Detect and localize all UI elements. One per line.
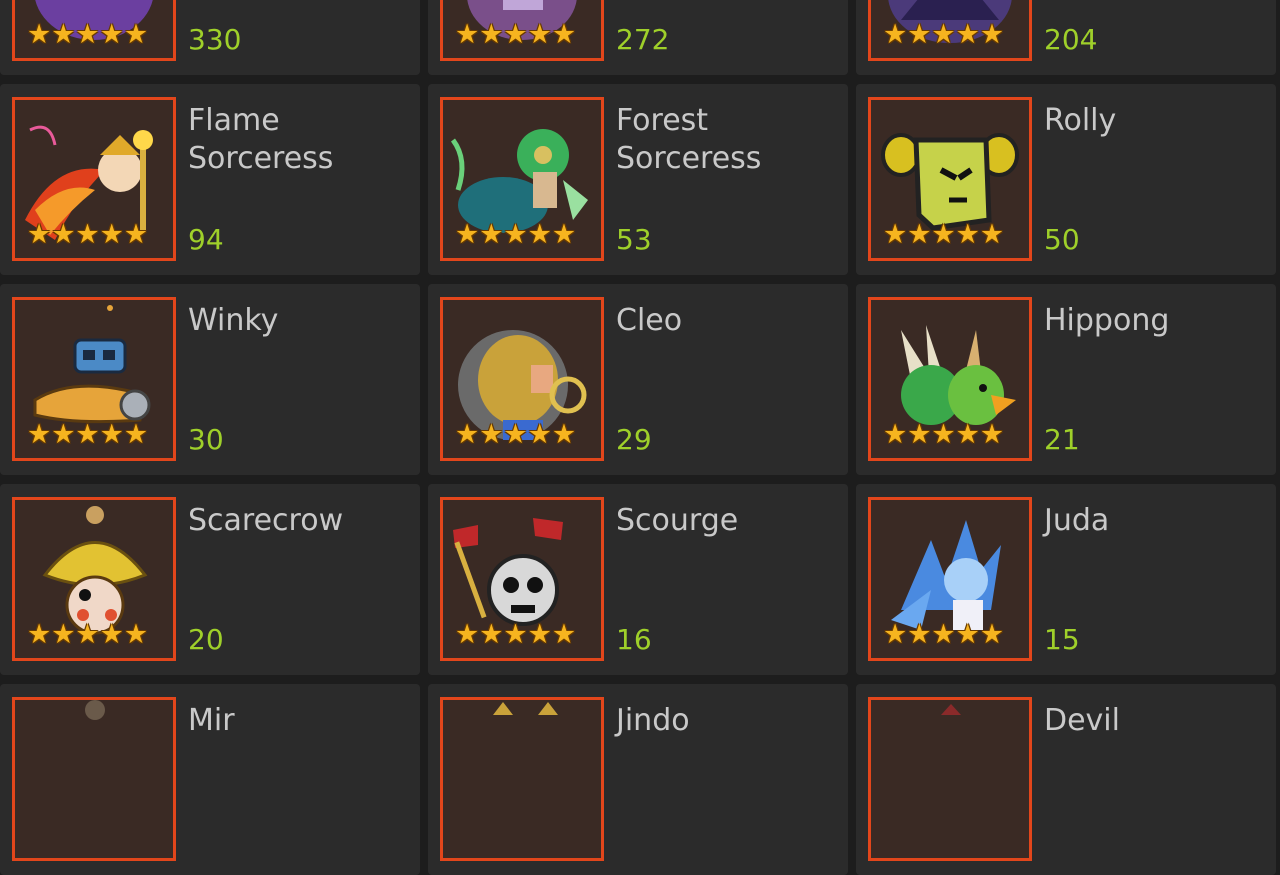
hero-portrait: ★★★★★	[12, 497, 176, 661]
hero-portrait: ★★★★★	[440, 0, 604, 61]
mir-icon	[85, 700, 105, 720]
hero-name: Devil	[1044, 703, 1120, 738]
hero-count: 53	[616, 223, 652, 256]
star-rating: ★★★★★	[27, 419, 149, 450]
hero-count: 330	[188, 23, 242, 56]
hero-card[interactable]: ★★★★★ 272	[428, 0, 848, 75]
star-rating: ★★★★★	[883, 19, 1005, 50]
hero-name: Juda	[1044, 503, 1110, 538]
hero-portrait: ★★★★★	[440, 97, 604, 261]
hero-card[interactable]: ★★★★★ Scarecrow 20	[0, 484, 420, 675]
hero-count: 94	[188, 223, 224, 256]
hero-name: Scarecrow	[188, 503, 344, 538]
hero-card[interactable]: Jindo	[428, 684, 848, 875]
hero-name: Cleo	[616, 303, 683, 338]
hero-portrait	[12, 697, 176, 861]
hero-name: Rolly	[1044, 103, 1117, 138]
hero-portrait: ★★★★★	[440, 497, 604, 661]
hero-name: Winky	[188, 303, 279, 338]
hero-name: Mir	[188, 703, 235, 738]
star-rating: ★★★★★	[455, 619, 577, 650]
star-rating: ★★★★★	[27, 219, 149, 250]
hero-card[interactable]: ★★★★★ 330	[0, 0, 420, 75]
hero-card[interactable]: ★★★★★ 204	[856, 0, 1276, 75]
hero-portrait	[868, 697, 1032, 861]
hero-portrait	[440, 697, 604, 861]
star-rating: ★★★★★	[455, 419, 577, 450]
hero-card[interactable]: ★★★★★ Rolly 50	[856, 84, 1276, 275]
star-rating: ★★★★★	[883, 619, 1005, 650]
hero-card[interactable]: ★★★★★ Juda 15	[856, 484, 1276, 675]
hero-portrait: ★★★★★	[12, 97, 176, 261]
hero-portrait: ★★★★★	[868, 497, 1032, 661]
hero-count: 21	[1044, 423, 1080, 456]
hero-name: Forest Sorceress	[616, 103, 762, 176]
star-rating: ★★★★★	[455, 19, 577, 50]
hero-portrait: ★★★★★	[868, 297, 1032, 461]
jindo-icon	[493, 702, 558, 715]
star-rating: ★★★★★	[883, 419, 1005, 450]
hero-collection-grid: ★★★★★ 330 ★★★★★ 272 ★★★★★ 204 ★★★★★ Flam…	[0, 0, 1280, 875]
hero-card[interactable]: Mir	[0, 684, 420, 875]
hero-count: 15	[1044, 623, 1080, 656]
hero-name: Jindo	[616, 703, 690, 738]
star-rating: ★★★★★	[455, 219, 577, 250]
hero-card[interactable]: ★★★★★ Scourge 16	[428, 484, 848, 675]
hero-count: 30	[188, 423, 224, 456]
hero-portrait: ★★★★★	[868, 0, 1032, 61]
hero-card[interactable]: ★★★★★ Flame Sorceress 94	[0, 84, 420, 275]
hero-card[interactable]: ★★★★★ Forest Sorceress 53	[428, 84, 848, 275]
hero-card[interactable]: ★★★★★ Winky 30	[0, 284, 420, 475]
devil-icon	[941, 704, 961, 715]
hero-count: 29	[616, 423, 652, 456]
hero-card[interactable]: Devil	[856, 684, 1276, 875]
hero-card[interactable]: ★★★★★ Cleo 29	[428, 284, 848, 475]
star-rating: ★★★★★	[883, 219, 1005, 250]
hero-count: 272	[616, 23, 670, 56]
hero-count: 16	[616, 623, 652, 656]
hero-name: Scourge	[616, 503, 739, 538]
hero-portrait: ★★★★★	[868, 97, 1032, 261]
hero-count: 204	[1044, 23, 1098, 56]
hero-name: Hippong	[1044, 303, 1170, 338]
star-rating: ★★★★★	[27, 619, 149, 650]
hero-portrait: ★★★★★	[12, 0, 176, 61]
star-rating: ★★★★★	[27, 19, 149, 50]
hero-card[interactable]: ★★★★★ Hippong 21	[856, 284, 1276, 475]
hero-portrait: ★★★★★	[440, 297, 604, 461]
hero-count: 50	[1044, 223, 1080, 256]
hero-portrait: ★★★★★	[12, 297, 176, 461]
hero-name: Flame Sorceress	[188, 103, 334, 176]
hero-count: 20	[188, 623, 224, 656]
